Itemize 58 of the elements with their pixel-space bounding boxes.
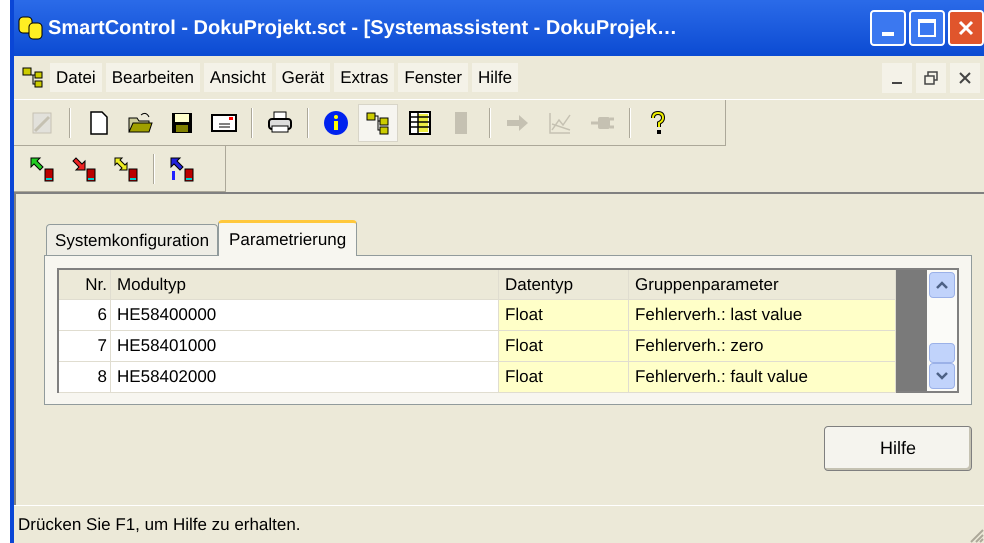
chevron-up-icon [936,281,948,289]
column-header: Modultyp [111,270,499,300]
scroll-thumb[interactable] [929,343,955,363]
resize-grip-icon [968,527,984,543]
table-cell: HE58401000 [111,331,499,362]
table-icon [407,110,433,136]
column-header: Gruppenparameter [629,270,896,300]
compare-device-icon [113,156,139,182]
restore-document-button[interactable] [916,62,946,92]
scrollbar[interactable] [927,270,957,391]
tab[interactable]: Parametrierung [218,220,358,256]
menu-item[interactable]: Bearbeiten [106,62,200,92]
chevron-down-icon [936,372,948,380]
minimize-icon [892,82,902,84]
close-button[interactable] [948,10,984,46]
menu-item[interactable]: Gerät [276,62,330,92]
menu-item[interactable]: Hilfe [472,62,518,92]
table-cell: 7 [59,331,111,362]
status-text: Drücken Sie F1, um Hilfe zu erhalten. [17,514,301,536]
scroll-up-button[interactable] [929,272,955,298]
menu-item[interactable]: Fenster [398,62,468,92]
close-icon [959,72,971,84]
window-title: SmartControl - DokuProjekt.sct - [Systemassistent - DokuProjek… [48,16,678,41]
menu-item[interactable]: Datei [50,62,102,92]
minimize-icon [882,32,894,36]
table-cell: Fehlerverh.: last value [629,300,896,331]
table-cell: Float [499,362,629,393]
menu-item[interactable]: Extras [334,62,394,92]
table-cell: HE58400000 [111,300,499,331]
download-from-device-icon [71,156,97,182]
table-cell: Fehlerverh.: zero [629,331,896,362]
printer-icon [267,110,293,136]
restore-icon [924,70,938,84]
device-info-icon [169,156,195,182]
info-icon [323,110,349,136]
tab[interactable]: Systemkonfiguration [46,224,218,256]
close-document-button[interactable] [950,62,980,92]
help-button[interactable]: Hilfe [824,426,972,471]
table-cell: 6 [59,300,111,331]
toolbar-button[interactable] [358,104,398,142]
table-cell: 8 [59,362,111,393]
upload-to-device-icon [29,156,55,182]
close-icon [957,19,975,37]
table-cell: Float [499,300,629,331]
table-cell: HE58402000 [111,362,499,393]
maximize-button[interactable] [909,10,945,46]
table-cell: Fehlerverh.: fault value [629,362,896,393]
minimize-button[interactable] [870,10,906,46]
minimize-document-button[interactable] [882,62,912,92]
scroll-down-button[interactable] [929,363,955,389]
tree-icon [22,66,44,88]
table-cell: Float [499,331,629,362]
maximize-icon [918,19,936,37]
column-header: Nr. [59,270,111,300]
app-logo-icon [18,15,44,41]
tree-icon [365,110,391,136]
column-header: Datentyp [499,270,629,300]
menu-item[interactable]: Ansicht [204,62,272,92]
